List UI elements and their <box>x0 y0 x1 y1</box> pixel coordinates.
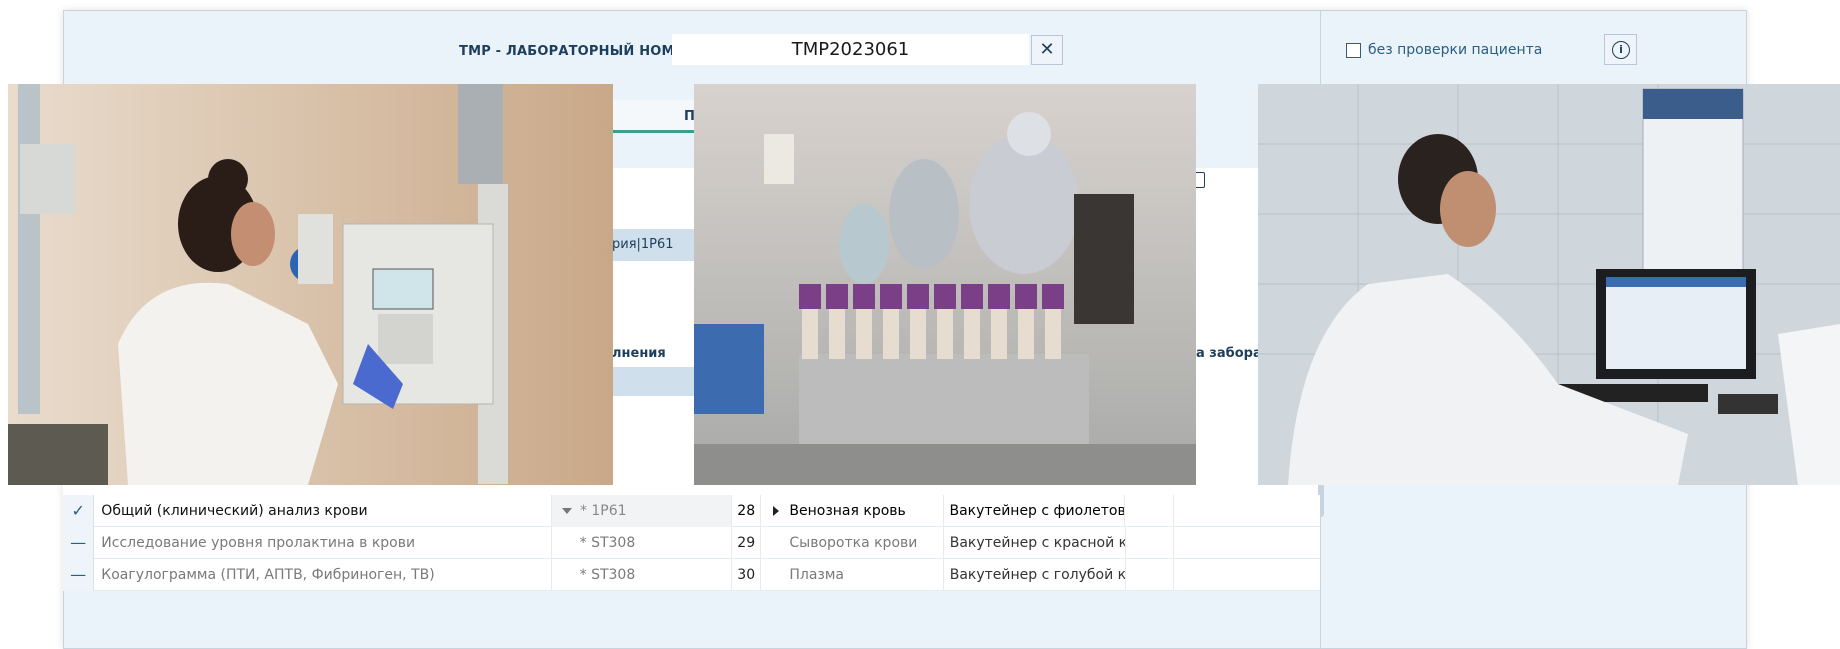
container: Вакутейнер с голубой кр... <box>942 558 1125 591</box>
no-patient-check-option[interactable]: без проверки пациента <box>1346 42 1542 58</box>
container: Вакутейнер с фиолетово... <box>942 494 1124 527</box>
photo-doctor-at-computer <box>1258 84 1840 485</box>
empty-cell <box>1173 494 1320 527</box>
test-name: Коагулограмма (ПТИ, АПТВ, Фибриноген, ТВ… <box>101 566 435 583</box>
specimen: Венозная кровь <box>789 502 906 519</box>
test-code-cell[interactable]: * ST308 <box>550 558 731 591</box>
specimen: Сыворотка крови <box>789 534 918 551</box>
container: Вакутейнер с красной кр... <box>942 526 1125 559</box>
dash-icon[interactable]: — <box>63 558 95 591</box>
test-code: * 1Р61 <box>579 502 627 519</box>
specimen-cell[interactable]: Сыворотка крови <box>760 526 942 559</box>
col-header-execution: лнения <box>612 346 666 361</box>
lab-number-label: ТМР - ЛАБОРАТОРНЫЙ НОМЕР: <box>459 44 699 59</box>
test-code-cell[interactable]: * 1Р61 <box>550 494 732 527</box>
empty-cell <box>1124 526 1174 559</box>
checkbox-icon[interactable] <box>1346 42 1361 58</box>
no-patient-check-label: без проверки пациента <box>1368 42 1543 58</box>
test-code-cell[interactable]: * ST308 <box>550 526 731 559</box>
info-icon: i <box>1612 41 1630 59</box>
col-header-collection-date: а забора <box>1196 346 1262 361</box>
test-code: * ST308 <box>579 566 636 583</box>
specimen-cell[interactable]: Плазма <box>760 558 942 591</box>
table-row[interactable]: ✓ Общий (клинический) анализ крови * 1Р6… <box>63 494 1320 527</box>
specimen: Плазма <box>789 566 844 583</box>
photo-lab-technician <box>8 84 613 485</box>
expand-icon[interactable] <box>773 505 780 516</box>
close-icon: ✕ <box>1039 39 1055 60</box>
table-row[interactable]: — Коагулограмма (ПТИ, АПТВ, Фибриноген, … <box>63 558 1320 591</box>
lab-number-input[interactable]: TMP2023061 <box>672 34 1029 65</box>
empty-cell <box>1173 558 1320 591</box>
tube-number: 29 <box>731 526 760 559</box>
empty-cell <box>1124 494 1173 527</box>
clear-lab-number-button[interactable]: ✕ <box>1031 35 1063 65</box>
checkmark-icon[interactable]: ✓ <box>63 494 95 527</box>
empty-cell <box>1124 558 1174 591</box>
table-row[interactable]: — Исследование уровня пролактина в крови… <box>63 526 1320 559</box>
test-name: Общий (клинический) анализ крови <box>101 502 368 519</box>
lab-code-fragment: рия|1Р61 <box>612 237 674 252</box>
empty-cell <box>1173 526 1320 559</box>
photo-test-tubes <box>694 84 1196 485</box>
dropdown-icon[interactable] <box>561 507 572 514</box>
tube-number: 30 <box>731 558 760 591</box>
specimen-cell[interactable]: Венозная кровь <box>760 494 942 527</box>
dash-icon[interactable]: — <box>63 526 95 559</box>
info-button[interactable]: i <box>1604 34 1637 65</box>
tube-number: 28 <box>731 494 760 527</box>
test-code: * ST308 <box>579 534 636 551</box>
test-name: Исследование уровня пролактина в крови <box>101 534 416 551</box>
